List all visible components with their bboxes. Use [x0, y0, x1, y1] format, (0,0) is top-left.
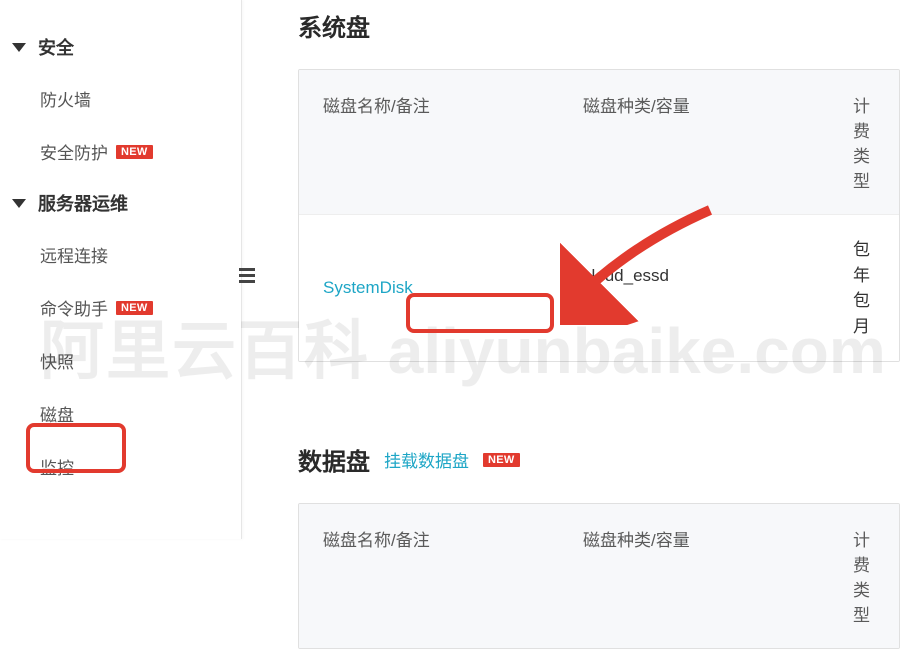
new-badge-icon: NEW	[116, 301, 153, 315]
data-disk-title: 数据盘 挂载数据盘 NEW	[298, 442, 520, 477]
table-row: SystemDisk cloud_essd 40G 包年包月	[299, 214, 899, 361]
data-disk-table: 磁盘名称/备注 磁盘种类/容量 计费类型	[298, 503, 900, 649]
disk-capacity-value: 40G	[583, 288, 805, 314]
new-badge-icon: NEW	[483, 453, 520, 467]
sidebar-item-disk[interactable]: 磁盘	[0, 387, 241, 440]
disk-billing-cell: 包年包月	[829, 214, 899, 361]
sidebar-item-command-assistant[interactable]: 命令助手 NEW	[0, 281, 241, 334]
sidebar-item-security-protection[interactable]: 安全防护 NEW	[0, 125, 241, 178]
table-header-billing: 计费类型	[829, 504, 899, 648]
disk-type-cell: cloud_essd 40G	[559, 214, 829, 361]
sidebar-item-label: 远程连接	[40, 242, 108, 267]
table-header-name: 磁盘名称/备注	[299, 70, 559, 214]
sidebar-group-label: 安全	[38, 34, 74, 60]
system-disk-link[interactable]: SystemDisk	[323, 275, 535, 301]
sidebar-item-label: 磁盘	[40, 401, 74, 426]
data-disk-title-text: 数据盘	[298, 442, 370, 477]
disk-name-cell: SystemDisk	[299, 214, 559, 361]
disk-type-value: cloud_essd	[583, 263, 805, 289]
table-header-name: 磁盘名称/备注	[299, 504, 559, 648]
sidebar: 安全 防火墙 安全防护 NEW 服务器运维 远程连接 命令助手 NEW 快照 磁…	[0, 0, 242, 539]
sidebar-group-security[interactable]: 安全	[0, 22, 241, 72]
sidebar-item-firewall[interactable]: 防火墙	[0, 72, 241, 125]
sidebar-group-label: 服务器运维	[38, 190, 128, 216]
sidebar-item-label: 监控	[40, 454, 74, 479]
system-disk-table: 磁盘名称/备注 磁盘种类/容量 计费类型 SystemDisk cloud_es…	[298, 69, 900, 362]
sidebar-item-remote-connect[interactable]: 远程连接	[0, 228, 241, 281]
caret-down-icon	[12, 199, 26, 208]
new-badge-icon: NEW	[116, 145, 153, 159]
table-header-type: 磁盘种类/容量	[559, 70, 829, 214]
table-header-billing: 计费类型	[829, 70, 899, 214]
sidebar-group-maintenance[interactable]: 服务器运维	[0, 178, 241, 228]
sidebar-item-label: 快照	[40, 348, 74, 373]
table-header-type: 磁盘种类/容量	[559, 504, 829, 648]
main-content: 系统盘 磁盘名称/备注 磁盘种类/容量 计费类型 SystemDisk clou…	[242, 0, 900, 539]
sidebar-item-label: 安全防护	[40, 139, 108, 164]
sidebar-item-snapshot[interactable]: 快照	[0, 334, 241, 387]
sidebar-item-label: 防火墙	[40, 86, 91, 111]
sidebar-item-monitor[interactable]: 监控	[0, 440, 241, 493]
caret-down-icon	[12, 43, 26, 52]
mount-data-disk-link[interactable]: 挂载数据盘	[384, 447, 469, 472]
sidebar-item-label: 命令助手	[40, 295, 108, 320]
system-disk-title: 系统盘	[298, 8, 370, 43]
